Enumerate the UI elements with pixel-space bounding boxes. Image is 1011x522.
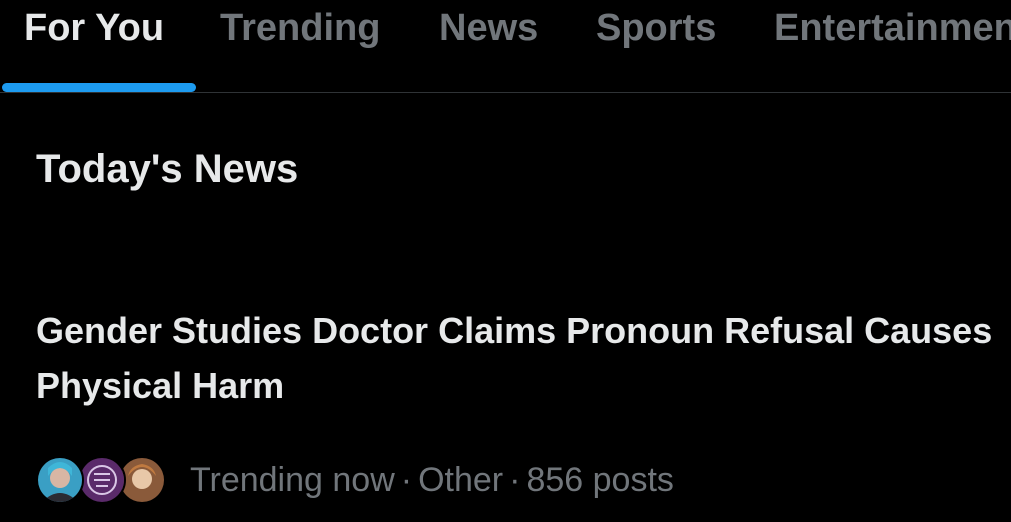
story-headline[interactable]: Gender Studies Doctor Claims Pronoun Ref… [36, 303, 996, 413]
tab-sports[interactable]: Sports [596, 8, 716, 48]
meta-separator: · [509, 461, 521, 499]
tab-entertainment[interactable]: Entertainment [774, 8, 1011, 48]
avatar [78, 456, 126, 504]
story-meta[interactable]: Trending now · Other · 856 posts [36, 452, 674, 508]
section-title: Today's News [36, 147, 299, 191]
tab-for-you[interactable]: For You [24, 8, 164, 48]
trending-status: Trending now [190, 461, 395, 499]
story-category: Other [418, 461, 504, 499]
avatar-stack [36, 452, 166, 508]
top-tab-bar: For You Trending News Sports Entertainme… [0, 0, 1011, 93]
avatar [36, 456, 84, 504]
active-tab-indicator [2, 83, 196, 92]
post-count: 856 posts [526, 461, 674, 499]
meta-separator: · [400, 461, 413, 499]
tab-news[interactable]: News [439, 8, 538, 48]
tab-trending[interactable]: Trending [220, 8, 380, 48]
story-meta-text: Trending now · Other · 856 posts [190, 460, 674, 500]
